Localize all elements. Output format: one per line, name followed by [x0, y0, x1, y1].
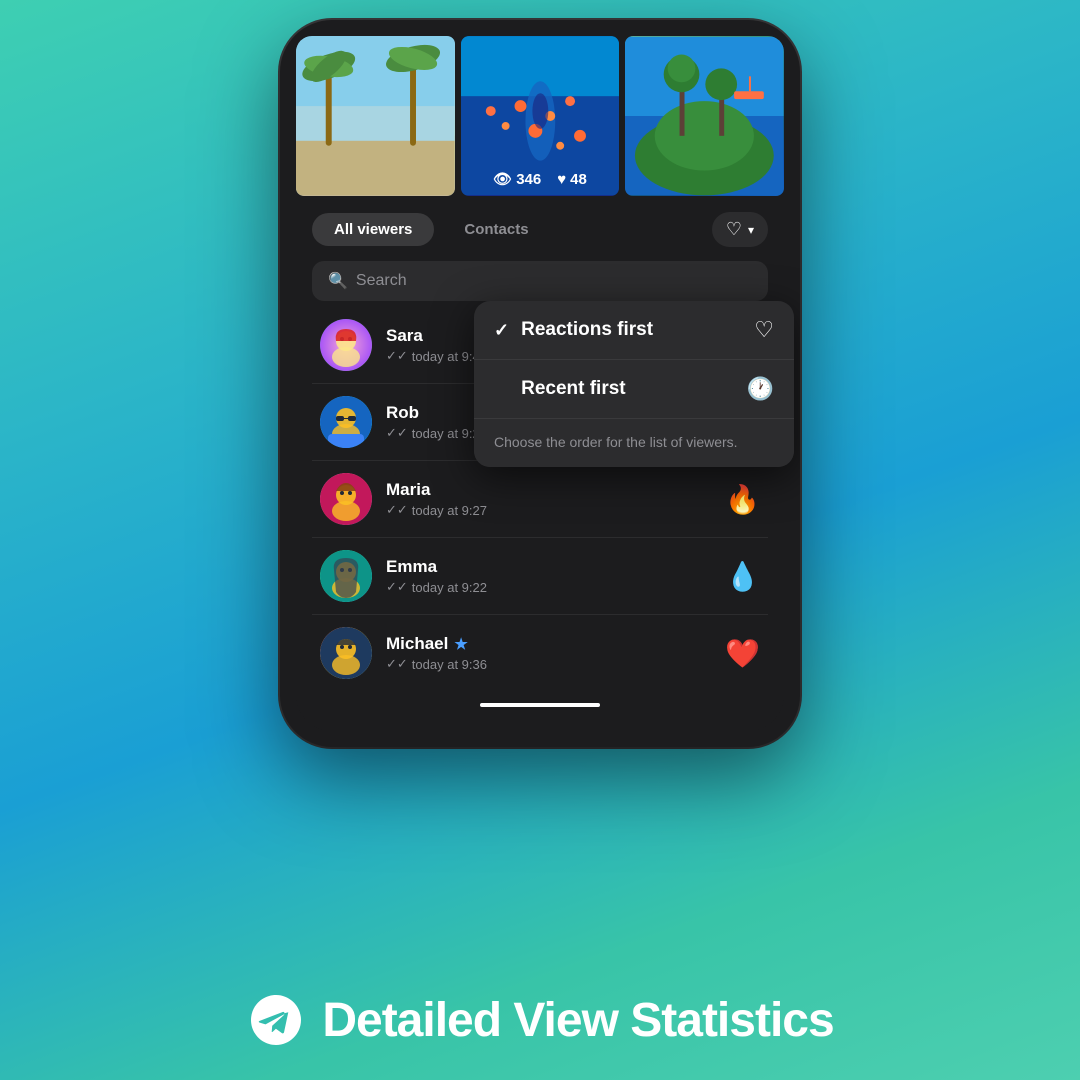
tab-all-viewers[interactable]: All viewers: [312, 213, 434, 246]
beach-svg: [296, 36, 455, 196]
sort-button[interactable]: ♡ ▾: [712, 212, 768, 247]
star-badge-michael: ★: [454, 635, 467, 653]
likes-count: 48: [570, 171, 587, 188]
phone-wrapper: 👁 346 ♥ 48: [280, 20, 800, 747]
banner-text: Detailed View Statistics: [322, 993, 833, 1048]
viewer-time-maria: ✓✓ today at 9:27: [386, 502, 711, 518]
heart-option-icon: ♡: [754, 317, 774, 343]
search-bar: 🔍 Search: [312, 261, 768, 301]
dropdown-reactions-first[interactable]: ✓ Reactions first ♡: [474, 301, 794, 360]
viewer-item-maria[interactable]: Maria ✓✓ today at 9:27 🔥: [312, 461, 768, 538]
beach-scene: [296, 36, 455, 196]
ocean-scene: 👁 346 ♥ 48: [461, 36, 620, 196]
reaction-emma: 💧: [725, 560, 760, 593]
viewer-name-michael: Michael ★: [386, 634, 711, 654]
hint-text: Choose the order for the list of viewers…: [494, 434, 738, 450]
double-check-maria: ✓✓: [386, 502, 408, 518]
media-thumb-beach: [296, 36, 455, 196]
reaction-michael: ❤️: [725, 637, 760, 670]
viewer-name-emma: Emma: [386, 557, 711, 577]
likes-stat: ♥ 48: [557, 171, 587, 188]
island-svg: [625, 36, 784, 196]
media-stats: 👁 346 ♥ 48: [461, 170, 620, 188]
viewer-name-maria: Maria: [386, 480, 711, 500]
eye-icon: 👁: [493, 170, 512, 188]
heart-icon: ♥: [557, 171, 566, 188]
avatar-michael: [320, 627, 372, 679]
double-check-sara: ✓✓: [386, 348, 408, 364]
island-scene: [625, 36, 784, 196]
views-stat: 👁 346: [493, 170, 541, 188]
bottom-banner: Detailed View Statistics: [0, 990, 1080, 1050]
avatar-sara: [320, 319, 372, 371]
recent-first-label: Recent first: [521, 378, 747, 400]
clock-icon: 🕐: [747, 376, 774, 402]
dropdown-recent-first[interactable]: ✓ Recent first 🕐: [474, 360, 794, 419]
avatar-emma: [320, 550, 372, 602]
avatar-rob: [320, 396, 372, 448]
media-thumb-ocean: 👁 346 ♥ 48: [461, 36, 620, 196]
tab-bar: All viewers Contacts ♡ ▾: [312, 212, 768, 247]
sort-dropdown: ✓ Reactions first ♡ ✓ Recent first 🕐 Cho…: [474, 301, 794, 467]
viewer-info-emma: Emma ✓✓ today at 9:22: [386, 557, 711, 595]
reaction-maria: 🔥: [725, 483, 760, 516]
chevron-down-icon: ▾: [748, 223, 754, 237]
double-check-emma: ✓✓: [386, 579, 408, 595]
avatar-maria: [320, 473, 372, 525]
viewer-info-michael: Michael ★ ✓✓ today at 9:36: [386, 634, 711, 672]
double-check-rob: ✓✓: [386, 425, 408, 441]
telegram-icon: [246, 990, 306, 1050]
check-icon: ✓: [494, 320, 509, 341]
scroll-indicator: [480, 703, 600, 707]
search-icon: 🔍: [328, 271, 348, 291]
viewer-info-maria: Maria ✓✓ today at 9:27: [386, 480, 711, 518]
viewers-panel: All viewers Contacts ♡ ▾ 🔍 Search ✓: [296, 196, 784, 731]
tab-contacts[interactable]: Contacts: [442, 213, 550, 246]
search-placeholder[interactable]: Search: [356, 272, 407, 290]
viewer-time-michael: ✓✓ today at 9:36: [386, 656, 711, 672]
double-check-michael: ✓✓: [386, 656, 408, 672]
media-thumb-island: [625, 36, 784, 196]
views-count: 346: [516, 171, 541, 188]
viewer-item-michael[interactable]: Michael ★ ✓✓ today at 9:36 ❤️: [312, 615, 768, 691]
viewer-item-emma[interactable]: Emma ✓✓ today at 9:22 💧: [312, 538, 768, 615]
avatar-ring-sara: [320, 319, 372, 371]
heart-sort-icon: ♡: [726, 219, 742, 240]
reactions-first-label: Reactions first: [521, 319, 754, 341]
phone: 👁 346 ♥ 48: [280, 20, 800, 747]
dropdown-hint: Choose the order for the list of viewers…: [474, 419, 794, 467]
viewer-time-emma: ✓✓ today at 9:22: [386, 579, 711, 595]
phone-inner: 👁 346 ♥ 48: [296, 36, 784, 731]
media-row: 👁 346 ♥ 48: [296, 36, 784, 196]
